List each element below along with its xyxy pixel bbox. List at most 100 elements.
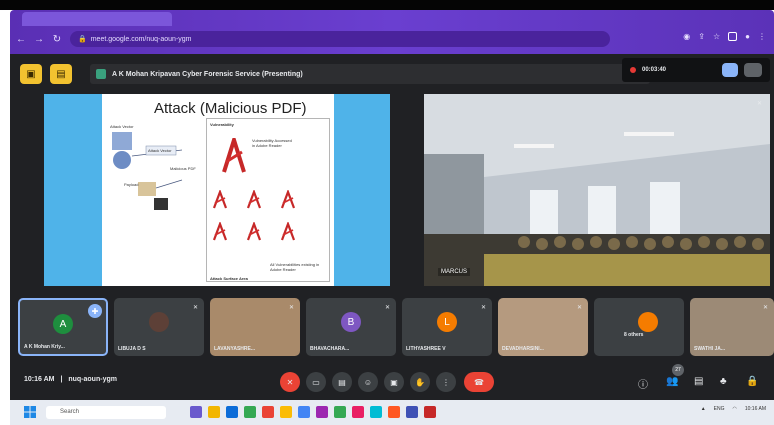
forward-icon[interactable]: → <box>32 34 46 45</box>
attack-diagram <box>112 132 183 210</box>
address-url: meet.google.com/nuq-aoun-ygm <box>90 35 192 43</box>
pin-icon[interactable]: ✚ <box>88 304 102 318</box>
profile-icon[interactable]: ● <box>745 32 750 41</box>
app-icon[interactable] <box>316 406 328 418</box>
captions-icon[interactable]: ▤ <box>332 372 352 392</box>
activities-icon[interactable]: ♣ <box>720 376 727 387</box>
raise-hand-icon[interactable]: ✋ <box>410 372 430 392</box>
mic-toggle-icon[interactable]: ✕ <box>280 372 300 392</box>
meet-area: ▣ ▤ A K Mohan Kripavan Cyber Forensic Se… <box>10 54 774 400</box>
present-screen-icon[interactable]: ▣ <box>384 372 404 392</box>
participant-tile[interactable]: ✕ SWATHI JA... <box>690 298 774 356</box>
mic-off-icon: ✕ <box>762 305 768 311</box>
participant-name: LAVANYASHRE... <box>214 346 256 352</box>
app-icon[interactable] <box>406 406 418 418</box>
top-strip <box>0 0 774 10</box>
app-icon[interactable] <box>298 406 310 418</box>
participant-strip: ✚ A A K Mohan Kriy... ✕ LIBUJA D S ✕ LAV… <box>18 298 774 356</box>
participant-tile[interactable]: ✕ DEVADHARSINI... <box>498 298 588 356</box>
label-vulnerability: Vulnerability <box>210 122 234 127</box>
more-options-icon[interactable]: ⋮ <box>436 372 456 392</box>
app-icon[interactable] <box>370 406 382 418</box>
chrome-toolbar-icons: ◉ ⇪ ☆ ● ⋮ <box>683 32 766 41</box>
host-controls-icon[interactable]: 🔒 <box>746 376 758 387</box>
label-all-pdf: All Vulnerabilities existing in Adobe Re… <box>270 262 320 272</box>
lock-icon: 🔒 <box>78 36 87 43</box>
separator: | <box>60 376 63 383</box>
address-bar[interactable]: 🔒 meet.google.com/nuq-aoun-ygm <box>70 31 610 47</box>
reload-icon[interactable]: ↻ <box>50 34 64 45</box>
label-threat: Attack Vector <box>110 124 134 129</box>
info-icon[interactable]: ⓘ <box>638 376 648 391</box>
extension-icon[interactable]: ◉ <box>683 32 690 41</box>
windows-start-icon[interactable] <box>24 406 36 418</box>
avatar: B <box>341 312 361 332</box>
label-surface: Attack Surface Area <box>210 276 248 281</box>
people-icon[interactable]: 👥 <box>666 376 678 387</box>
mic-off-icon: ✕ <box>756 101 762 107</box>
camera-toggle-icon[interactable]: ▭ <box>306 372 326 392</box>
app-icon[interactable] <box>424 406 436 418</box>
threat-agent-icon <box>112 132 132 150</box>
participant-tile-others[interactable]: 8 others <box>594 298 684 356</box>
taskbar-search[interactable]: Search <box>46 406 166 419</box>
mic-off-icon: ✕ <box>480 305 486 311</box>
app-icon[interactable] <box>262 406 274 418</box>
share-icon[interactable]: ⇪ <box>698 32 705 41</box>
classroom-scene <box>424 94 770 286</box>
participant-tile[interactable]: ✚ A A K Mohan Kriy... <box>18 298 108 356</box>
avatar-photo <box>149 312 169 332</box>
others-avatar-icon <box>638 312 658 332</box>
classroom-video[interactable]: ✕ MARCUS <box>424 94 770 286</box>
nav-row: ← → ↻ 🔒 meet.google.com/nuq-aoun-ygm <box>10 28 774 50</box>
meet-extension-icon[interactable] <box>722 63 738 77</box>
file-explorer-icon[interactable] <box>208 406 220 418</box>
meeting-code: nuq-aoun-ygm <box>68 376 117 383</box>
pdf-icon <box>212 190 228 209</box>
back-icon[interactable]: ← <box>14 34 28 45</box>
participant-tile[interactable]: ✕ L LITHYASHREE V <box>402 298 492 356</box>
clock: 10:16 AM <box>24 376 55 383</box>
control-bar: 10:16 AM | nuq-aoun-ygm ✕ ▭ ▤ ☺ ▣ ✋ ⋮ ☎ … <box>10 364 774 400</box>
participant-name: LITHYASHREE V <box>406 346 446 352</box>
app-icon[interactable] <box>280 406 292 418</box>
mic-off-icon: ✕ <box>576 305 582 311</box>
label-attack-vector: Attack Vector <box>148 148 172 153</box>
pdf-icon <box>212 222 228 241</box>
chrome-icon[interactable] <box>244 406 256 418</box>
label-payload: Payload <box>124 182 139 187</box>
participant-tile[interactable]: ✕ LIBUJA D S <box>114 298 204 356</box>
avatar: A <box>53 314 73 334</box>
recording-dot-icon <box>630 67 636 73</box>
task-view-icon[interactable] <box>190 406 202 418</box>
meet-settings-icon[interactable] <box>744 63 762 77</box>
participant-tile[interactable]: ✕ LAVANYASHRE... <box>210 298 300 356</box>
emoji-icon[interactable]: ☺ <box>358 372 378 392</box>
present-icon[interactable]: ▤ <box>50 64 72 84</box>
window-button[interactable] <box>728 32 738 41</box>
attacker-icon <box>113 151 131 169</box>
participant-name: SWATHI JA... <box>694 346 726 352</box>
app-icon[interactable] <box>388 406 400 418</box>
edge-icon[interactable] <box>226 406 238 418</box>
tray-lang[interactable]: ENG <box>714 406 725 412</box>
participant-tile[interactable]: ✕ B BHAVACHARA... <box>306 298 396 356</box>
chat-icon[interactable]: ▤ <box>694 376 703 387</box>
camera-label: MARCUS <box>438 268 471 276</box>
presenting-bar: A K Mohan Kripavan Cyber Forensic Servic… <box>90 64 650 84</box>
browser-tab[interactable] <box>22 12 172 26</box>
system-tray: ▲ ENG ◠ 10:16 AM <box>701 406 766 412</box>
star-icon[interactable]: ☆ <box>713 32 720 41</box>
layout-icon[interactable]: ▣ <box>20 64 42 84</box>
hang-up-icon[interactable]: ☎ <box>464 372 494 392</box>
presenting-text: A K Mohan Kripavan Cyber Forensic Servic… <box>112 70 303 78</box>
network-icon[interactable]: ▲ <box>701 406 706 412</box>
wifi-icon[interactable]: ◠ <box>732 406 736 412</box>
tray-time[interactable]: 10:16 AM <box>745 406 766 412</box>
menu-icon[interactable]: ⋮ <box>758 32 766 41</box>
label-exploit: Vulnerability Accessed in Adobe Reader <box>252 138 292 148</box>
app-icon[interactable] <box>352 406 364 418</box>
participant-name: DEVADHARSINI... <box>502 346 544 352</box>
big-pdf-icon <box>222 138 246 173</box>
app-icon[interactable] <box>334 406 346 418</box>
